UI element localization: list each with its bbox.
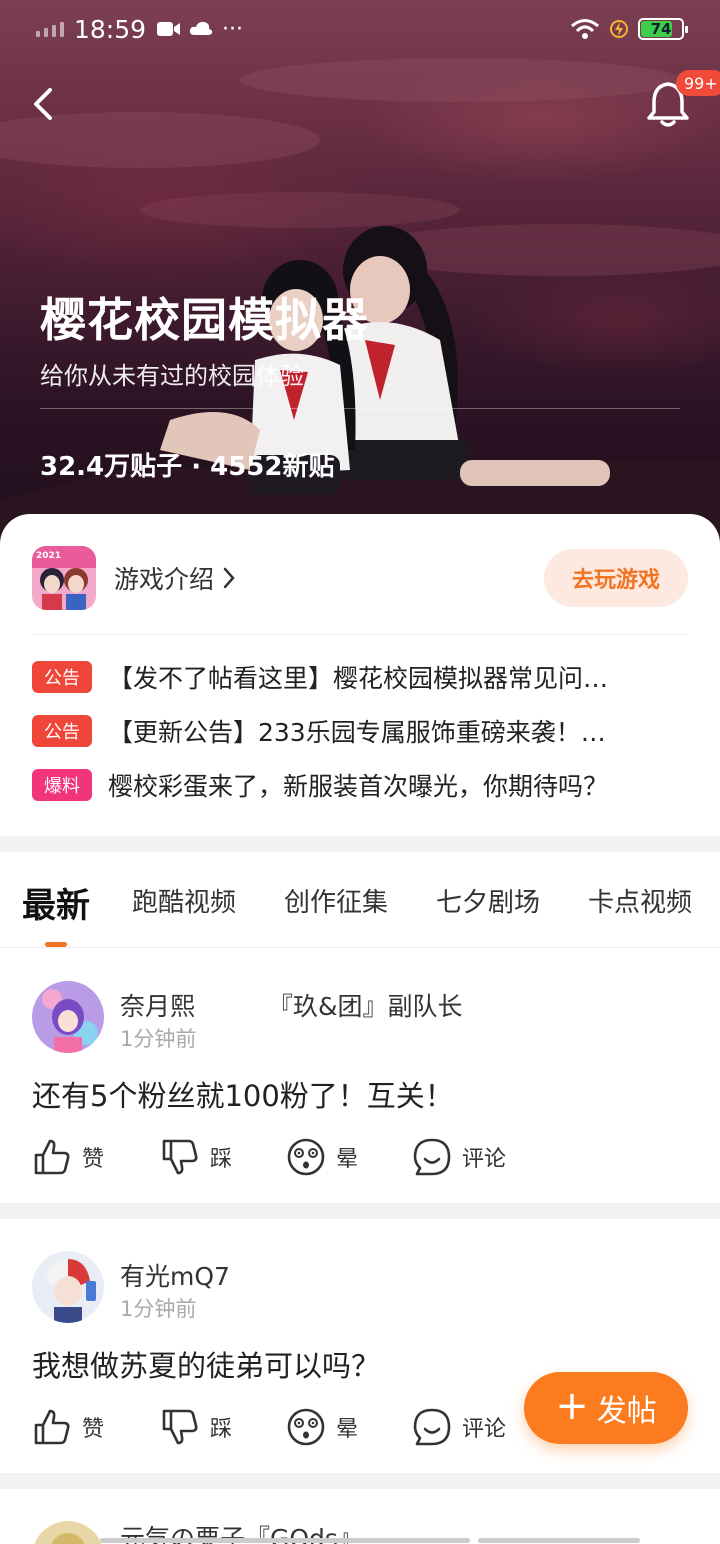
new-post-label: 发帖 [596,1394,657,1429]
category-tabs: 最新 跑酷视频 创作征集 七夕剧场 卡点视频 [0,852,720,948]
comment-icon [413,1408,451,1446]
notification-badge: 99+ [676,70,720,96]
cloud-icon [189,21,213,35]
wifi-icon [571,19,599,39]
notice-item[interactable]: 公告 【发不了帖看这里】樱花校园模拟器常见问… [32,660,688,694]
post-time: 1分钟前 [120,1297,197,1321]
comment-button[interactable]: 评论 [412,1133,506,1181]
comment-label: 评论 [462,1417,507,1442]
card-divider [32,634,688,635]
dizzy-label: 晕 [336,1147,359,1172]
post-actions: 赞 踩 晕 评论 [32,1133,632,1181]
tab-parkour-video[interactable]: 跑酷视频 [132,882,236,919]
post-content[interactable]: 我想做苏夏的徒弟可以吗？ [32,1343,380,1385]
back-icon[interactable] [24,80,68,128]
tab-latest[interactable]: 最新 [22,878,90,927]
dizzy-face-icon [287,1408,325,1446]
game-app-icon[interactable]: 2021 [32,546,96,610]
tab-qixi-theater[interactable]: 七夕剧场 [436,882,540,919]
comment-button[interactable]: 评论 [412,1403,506,1451]
dizzy-button[interactable]: 晕 [286,1133,358,1181]
post-separator [0,1473,720,1489]
status-more: ··· [222,16,244,42]
dizzy-label: 晕 [336,1417,359,1442]
forum-stats: 32.4万贴子 · 4552新贴 [40,452,335,482]
forum-title: 樱花校园模拟器 [40,293,369,347]
thumbs-up-icon [34,1139,70,1175]
svg-text:2021: 2021 [36,551,61,561]
tab-active-indicator [45,942,67,947]
like-button[interactable]: 赞 [32,1133,104,1181]
notice-item[interactable]: 爆料 樱校彩蛋来了，新服装首次曝光，你期待吗？ [32,768,688,802]
post-content[interactable]: 还有5个粉丝就100粉了！互关！ [32,1073,454,1115]
notice-text: 樱校彩蛋来了，新服装首次曝光，你期待吗？ [108,772,609,801]
video-icon [157,22,181,36]
avatar[interactable] [32,1251,104,1323]
author-badge: 『玖&团』副队长 [268,992,463,1021]
notice-item[interactable]: 公告 【更新公告】233乐园专属服饰重磅来袭！… [32,714,688,748]
forum-banner: 18:59 ··· 74 99+ 樱花校园模拟器 给你从未有过的校园体验 32.… [0,0,720,560]
dislike-label: 踩 [210,1147,233,1172]
tab-beat-video[interactable]: 卡点视频 [588,882,692,919]
like-button[interactable]: 赞 [32,1403,104,1451]
status-bar: 18:59 ··· 74 [0,0,720,58]
comment-label: 评论 [462,1147,507,1172]
forum-subtitle: 给你从未有过的校园体验 [40,362,304,390]
tab-creation-contest[interactable]: 创作征集 [284,882,388,919]
chevron-right-icon [223,567,235,589]
dizzy-button[interactable]: 晕 [286,1403,358,1451]
notice-tag: 公告 [32,715,92,747]
plus-icon: + [555,1383,589,1429]
post-card[interactable]: 元気の栗子『GOds』 [0,1489,720,1544]
avatar[interactable] [32,981,104,1053]
thumbs-down-icon [162,1409,198,1445]
notice-tag: 爆料 [32,769,92,801]
comment-icon [413,1138,451,1176]
thumbs-down-icon [162,1139,198,1175]
section-divider [0,836,720,852]
dizzy-face-icon [287,1138,325,1176]
play-game-button[interactable]: 去玩游戏 [544,549,688,607]
notice-text: 【更新公告】233乐园专属服饰重磅来袭！… [108,718,606,747]
avatar[interactable] [32,1521,104,1544]
new-post-button[interactable]: + 发帖 [524,1372,688,1444]
scroll-indicator [478,1538,640,1543]
game-intro-label: 游戏介绍 [114,565,215,594]
like-label: 赞 [82,1147,105,1172]
post-separator [0,1203,720,1219]
notice-text: 【发不了帖看这里】樱花校园模拟器常见问… [108,664,609,693]
thumbs-up-icon [34,1409,70,1445]
battery-icon: 74 [638,18,688,40]
status-time: 18:59 [74,14,147,44]
game-intro-link[interactable]: 游戏介绍 [114,560,236,596]
post-card[interactable]: 奈月熙 『玖&团』副队长 1分钟前 还有5个粉丝就100粉了！互关！ 赞 踩 晕 [0,949,720,1203]
post-author[interactable]: 有光mQ7 [120,1257,230,1293]
hero-divider [40,408,680,409]
like-label: 赞 [82,1417,105,1442]
notice-tag: 公告 [32,661,92,693]
dislike-label: 踩 [210,1417,233,1442]
scroll-indicator [100,1538,470,1543]
charging-icon [610,20,628,38]
signal-icon [36,21,64,37]
game-card: 2021 游戏介绍 去玩游戏 公告 【发不了帖看这里】樱花校园模拟器常见问… 公… [0,514,720,836]
post-author[interactable]: 奈月熙 [120,987,195,1023]
game-row: 2021 游戏介绍 去玩游戏 [32,546,688,610]
dislike-button[interactable]: 踩 [160,1403,232,1451]
post-time: 1分钟前 [120,1027,197,1051]
dislike-button[interactable]: 踩 [160,1133,232,1181]
